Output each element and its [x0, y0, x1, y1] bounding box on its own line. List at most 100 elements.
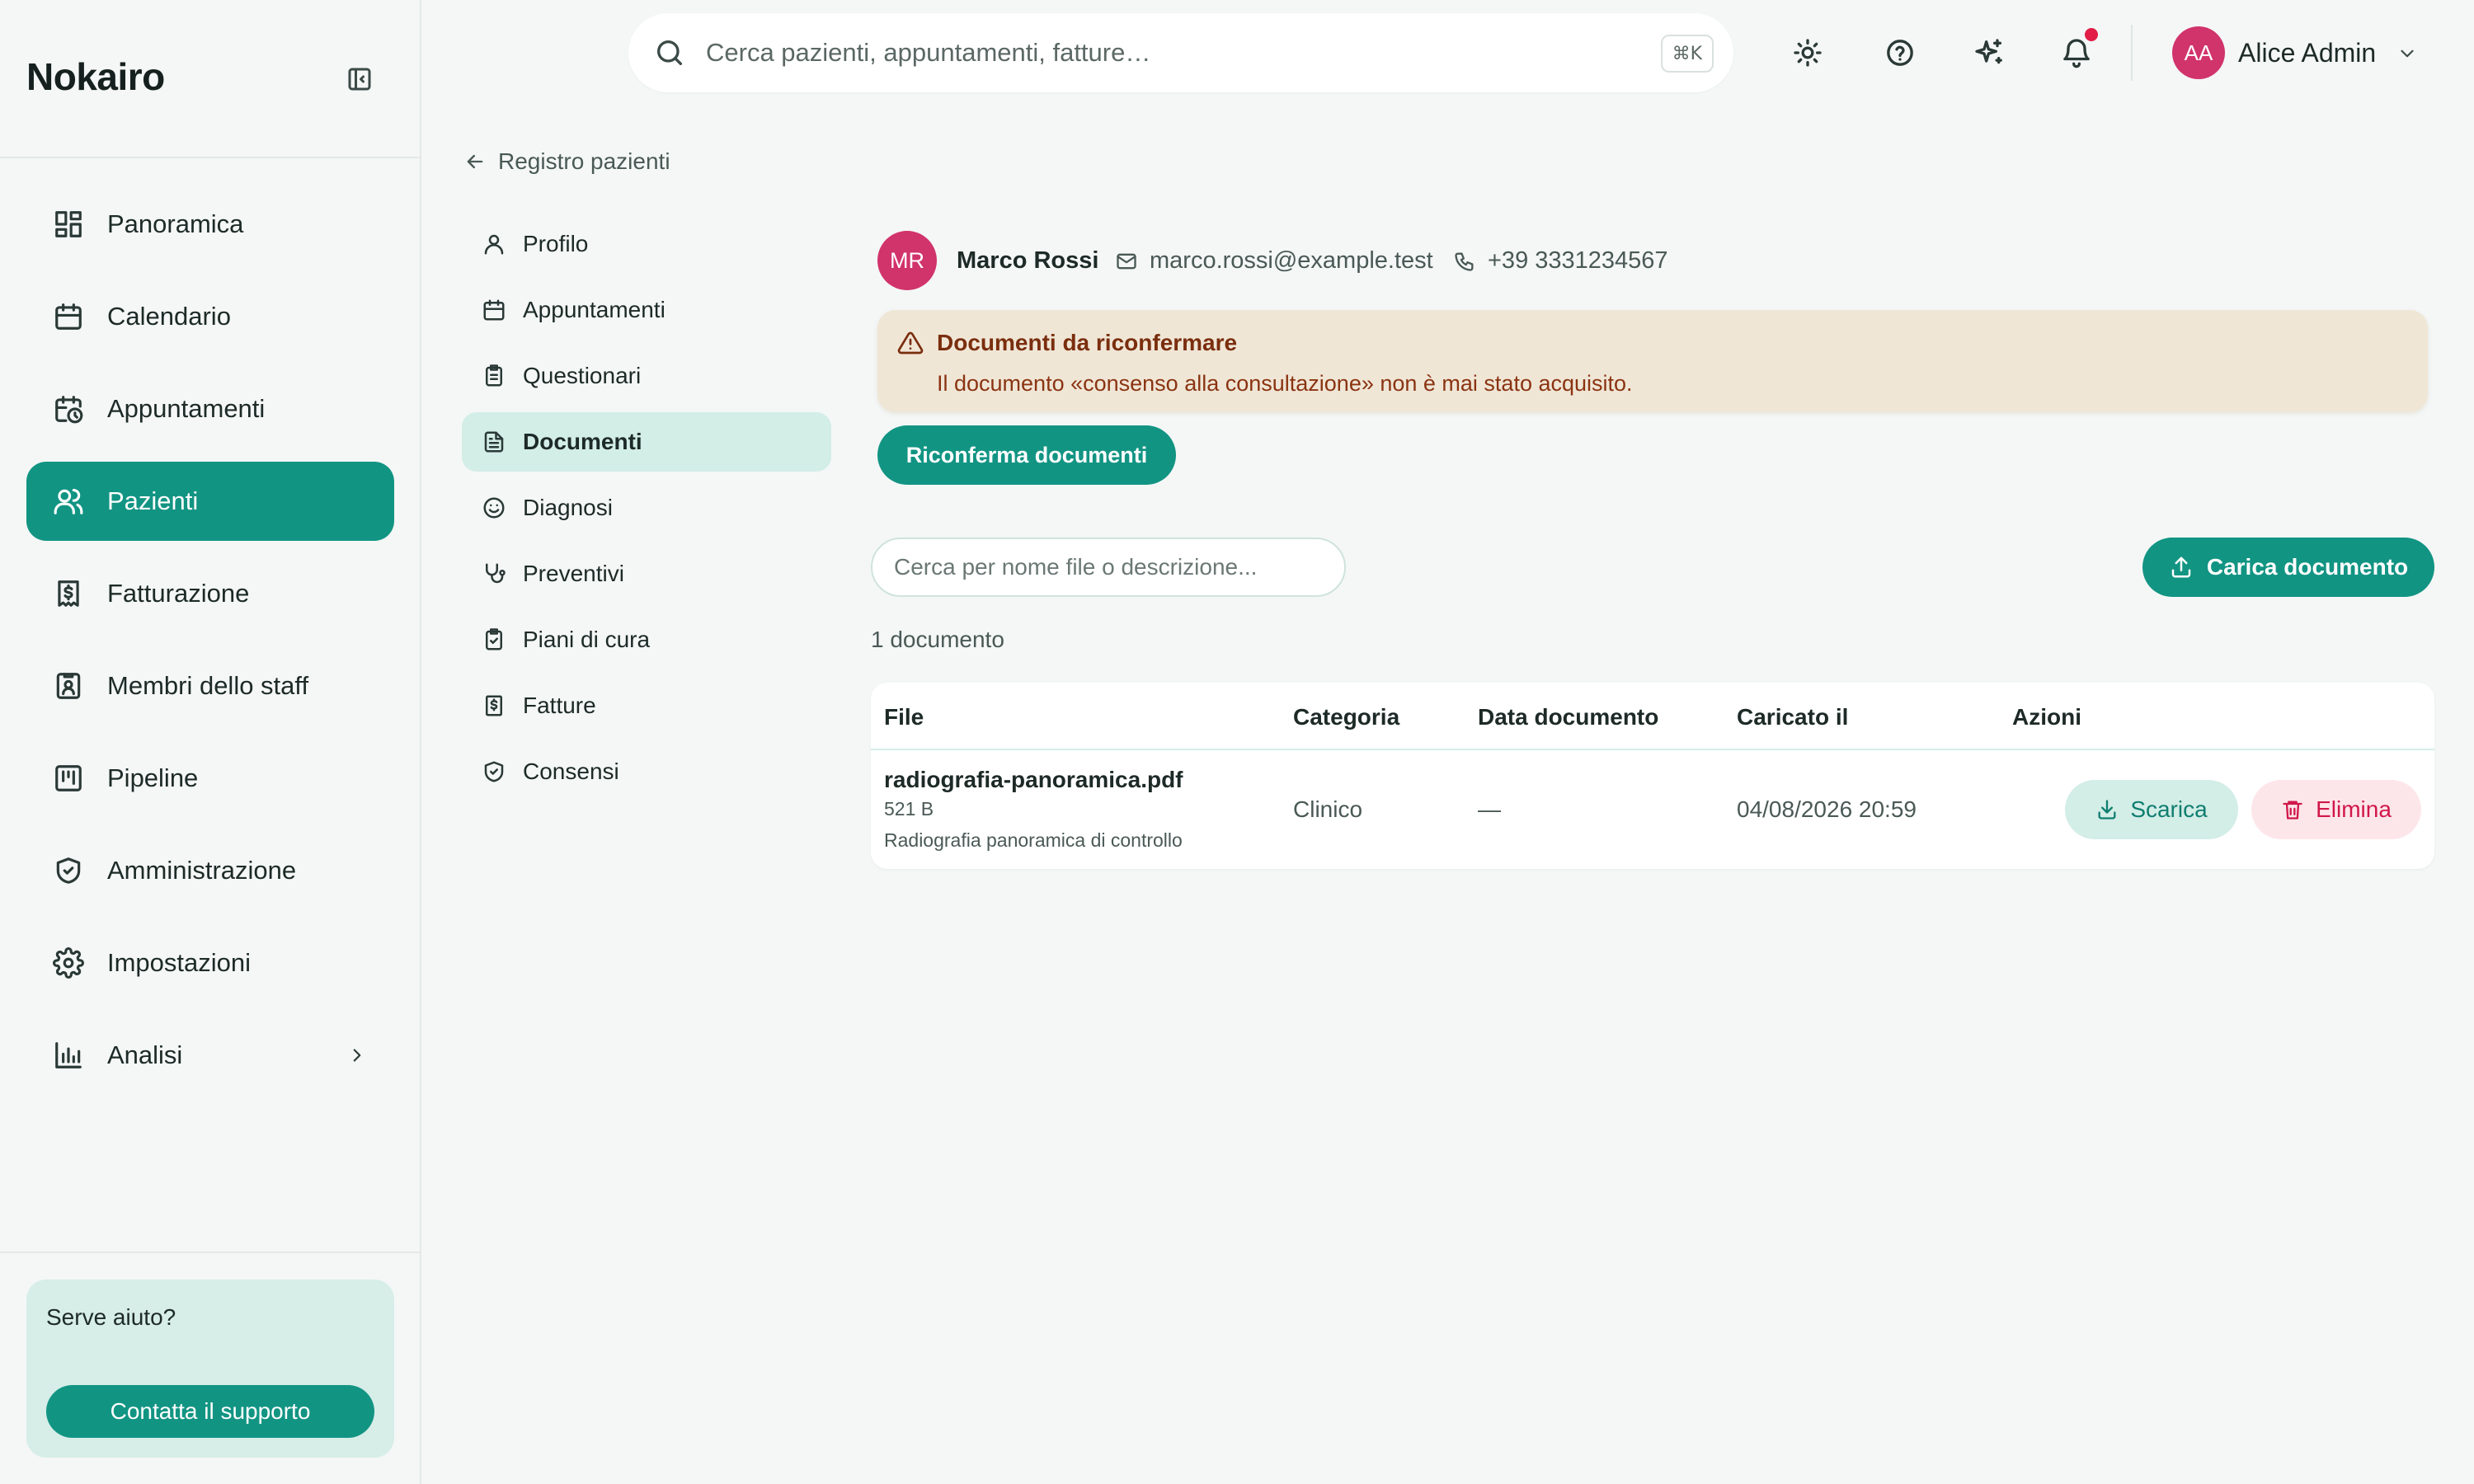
sidebar-item-label: Membri dello staff: [107, 671, 309, 700]
patient-phone[interactable]: +39 3331234567: [1453, 247, 1668, 275]
column-header-data-documento[interactable]: Data documento: [1478, 704, 1658, 730]
patient-email-text: marco.rossi@example.test: [1150, 247, 1433, 274]
column-header-azioni: Azioni: [2012, 704, 2081, 730]
patient-tab-label: Diagnosi: [523, 495, 613, 520]
dashboard-icon: [53, 209, 84, 240]
sidebar-item-amministrazione[interactable]: Amministrazione: [26, 831, 394, 910]
download-label: Scarica: [2130, 796, 2208, 822]
file-size: 521 B: [884, 798, 934, 819]
warning-triangle-icon: [897, 330, 924, 356]
theme-toggle-icon[interactable]: [1791, 36, 1824, 69]
global-search-input[interactable]: [706, 38, 1613, 68]
calendar-clock-icon: [53, 393, 84, 425]
back-label: Registro pazienti: [498, 148, 670, 174]
alert-text: Il documento «consenso alla consultazion…: [937, 371, 1633, 396]
patient-tab-label: Appuntamenti: [523, 297, 666, 322]
collapse-sidebar-icon[interactable]: [345, 64, 374, 94]
search-icon: [653, 36, 686, 69]
clipboard-check-icon: [482, 627, 506, 652]
sparkles-icon[interactable]: [1973, 36, 2006, 69]
document-count: 1 documento: [871, 627, 1004, 652]
sidebar-item-label: Panoramica: [107, 209, 244, 238]
document-search-input[interactable]: [871, 538, 1346, 597]
patient-tab-profilo[interactable]: Profilo: [462, 214, 831, 274]
help-card: Serve aiuto? Contatta il supporto: [26, 1280, 394, 1458]
user-avatar[interactable]: AA: [2172, 26, 2225, 79]
sidebar-item-fatturazione[interactable]: Fatturazione: [26, 554, 394, 633]
sidebar-item-panoramica[interactable]: Panoramica: [26, 185, 394, 264]
download-button[interactable]: Scarica: [2065, 780, 2238, 839]
patient-tab-label: Questionari: [523, 363, 642, 388]
patient-avatar: MR: [877, 231, 937, 290]
patient-tab-label: Fatture: [523, 693, 596, 718]
topbar-divider: [2131, 25, 2133, 81]
chevron-right-icon: [346, 1045, 368, 1066]
calendar-icon: [482, 298, 506, 322]
patient-tab-documenti[interactable]: Documenti: [462, 412, 831, 472]
patient-tab-preventivi[interactable]: Preventivi: [462, 544, 831, 603]
contact-support-button[interactable]: Contatta il supporto: [46, 1385, 374, 1438]
file-name[interactable]: radiografia-panoramica.pdf: [884, 767, 1183, 793]
patient-tab-appuntamenti[interactable]: Appuntamenti: [462, 280, 831, 340]
stethoscope-icon: [482, 561, 506, 586]
upload-icon: [2169, 555, 2194, 580]
phone-icon: [1453, 250, 1476, 273]
patient-tab-fatture[interactable]: Fatture: [462, 676, 831, 735]
sidebar-item-pipeline[interactable]: Pipeline: [26, 739, 394, 818]
id-badge-icon: [53, 670, 84, 702]
patient-name: Marco Rossi: [957, 247, 1099, 274]
sidebar-item-appuntamenti[interactable]: Appuntamenti: [26, 369, 394, 448]
help-icon[interactable]: [1884, 36, 1917, 69]
shield-check-icon: [482, 759, 506, 784]
sidebar-item-impostazioni[interactable]: Impostazioni: [26, 923, 394, 1003]
patient-tab-label: Documenti: [523, 429, 642, 454]
column-header-categoria[interactable]: Categoria: [1293, 704, 1399, 730]
receipt-icon: [53, 578, 84, 609]
alert-title: Documenti da riconfermare: [937, 330, 1238, 355]
reconfirm-documents-button[interactable]: Riconferma documenti: [877, 425, 1176, 485]
shield-check-icon: [53, 855, 84, 886]
patient-tab-questionari[interactable]: Questionari: [462, 346, 831, 406]
sidebar: Nokairo Panoramica Calendario Appuntamen…: [0, 0, 421, 1484]
upload-label: Carica documento: [2206, 554, 2409, 580]
bar-chart-icon: [53, 1040, 84, 1071]
sidebar-item-analisi[interactable]: Analisi: [26, 1016, 394, 1095]
patient-tab-label: Consensi: [523, 758, 619, 784]
back-to-registry-link[interactable]: Registro pazienti: [463, 148, 670, 175]
user-name[interactable]: Alice Admin: [2238, 38, 2376, 68]
sidebar-item-calendario[interactable]: Calendario: [26, 277, 394, 356]
trash-icon: [2281, 798, 2304, 821]
sidebar-item-membri-staff[interactable]: Membri dello staff: [26, 646, 394, 726]
calendar-icon: [53, 301, 84, 332]
bell-icon[interactable]: [2060, 36, 2093, 69]
chevron-down-icon[interactable]: [2396, 43, 2418, 64]
global-search: ⌘K: [628, 13, 1733, 92]
table-header-divider: [871, 749, 2434, 750]
patient-email[interactable]: marco.rossi@example.test: [1115, 247, 1433, 275]
arrow-left-icon: [463, 150, 487, 173]
sidebar-item-label: Pazienti: [107, 486, 199, 515]
patient-tab-label: Piani di cura: [523, 627, 651, 652]
column-header-caricato-il[interactable]: Caricato il: [1737, 704, 1848, 730]
column-header-file[interactable]: File: [884, 704, 924, 730]
patient-tab-piani-cura[interactable]: Piani di cura: [462, 610, 831, 669]
patient-tab-diagnosi[interactable]: Diagnosi: [462, 478, 831, 538]
notification-dot: [2085, 28, 2098, 41]
file-uploaded-at: 04/08/2026 20:59: [1737, 796, 1917, 822]
sidebar-divider: [0, 1252, 421, 1253]
sidebar-item-label: Appuntamenti: [107, 394, 266, 423]
users-icon: [53, 486, 84, 517]
sidebar-item-pazienti[interactable]: Pazienti: [26, 462, 394, 541]
clipboard-list-icon: [482, 364, 506, 388]
patient-tab-consensi[interactable]: Consensi: [462, 742, 831, 801]
upload-document-button[interactable]: Carica documento: [2142, 538, 2434, 597]
file-category: Clinico: [1293, 796, 1363, 822]
sidebar-item-label: Impostazioni: [107, 948, 252, 977]
file-text-icon: [482, 430, 506, 454]
patient-nav: Profilo Appuntamenti Questionari Documen…: [462, 214, 831, 808]
smile-icon: [482, 495, 506, 520]
patient-phone-text: +39 3331234567: [1488, 247, 1668, 274]
mail-icon: [1115, 250, 1138, 273]
delete-button[interactable]: Elimina: [2251, 780, 2421, 839]
shortcut-badge: ⌘K: [1660, 35, 1714, 73]
